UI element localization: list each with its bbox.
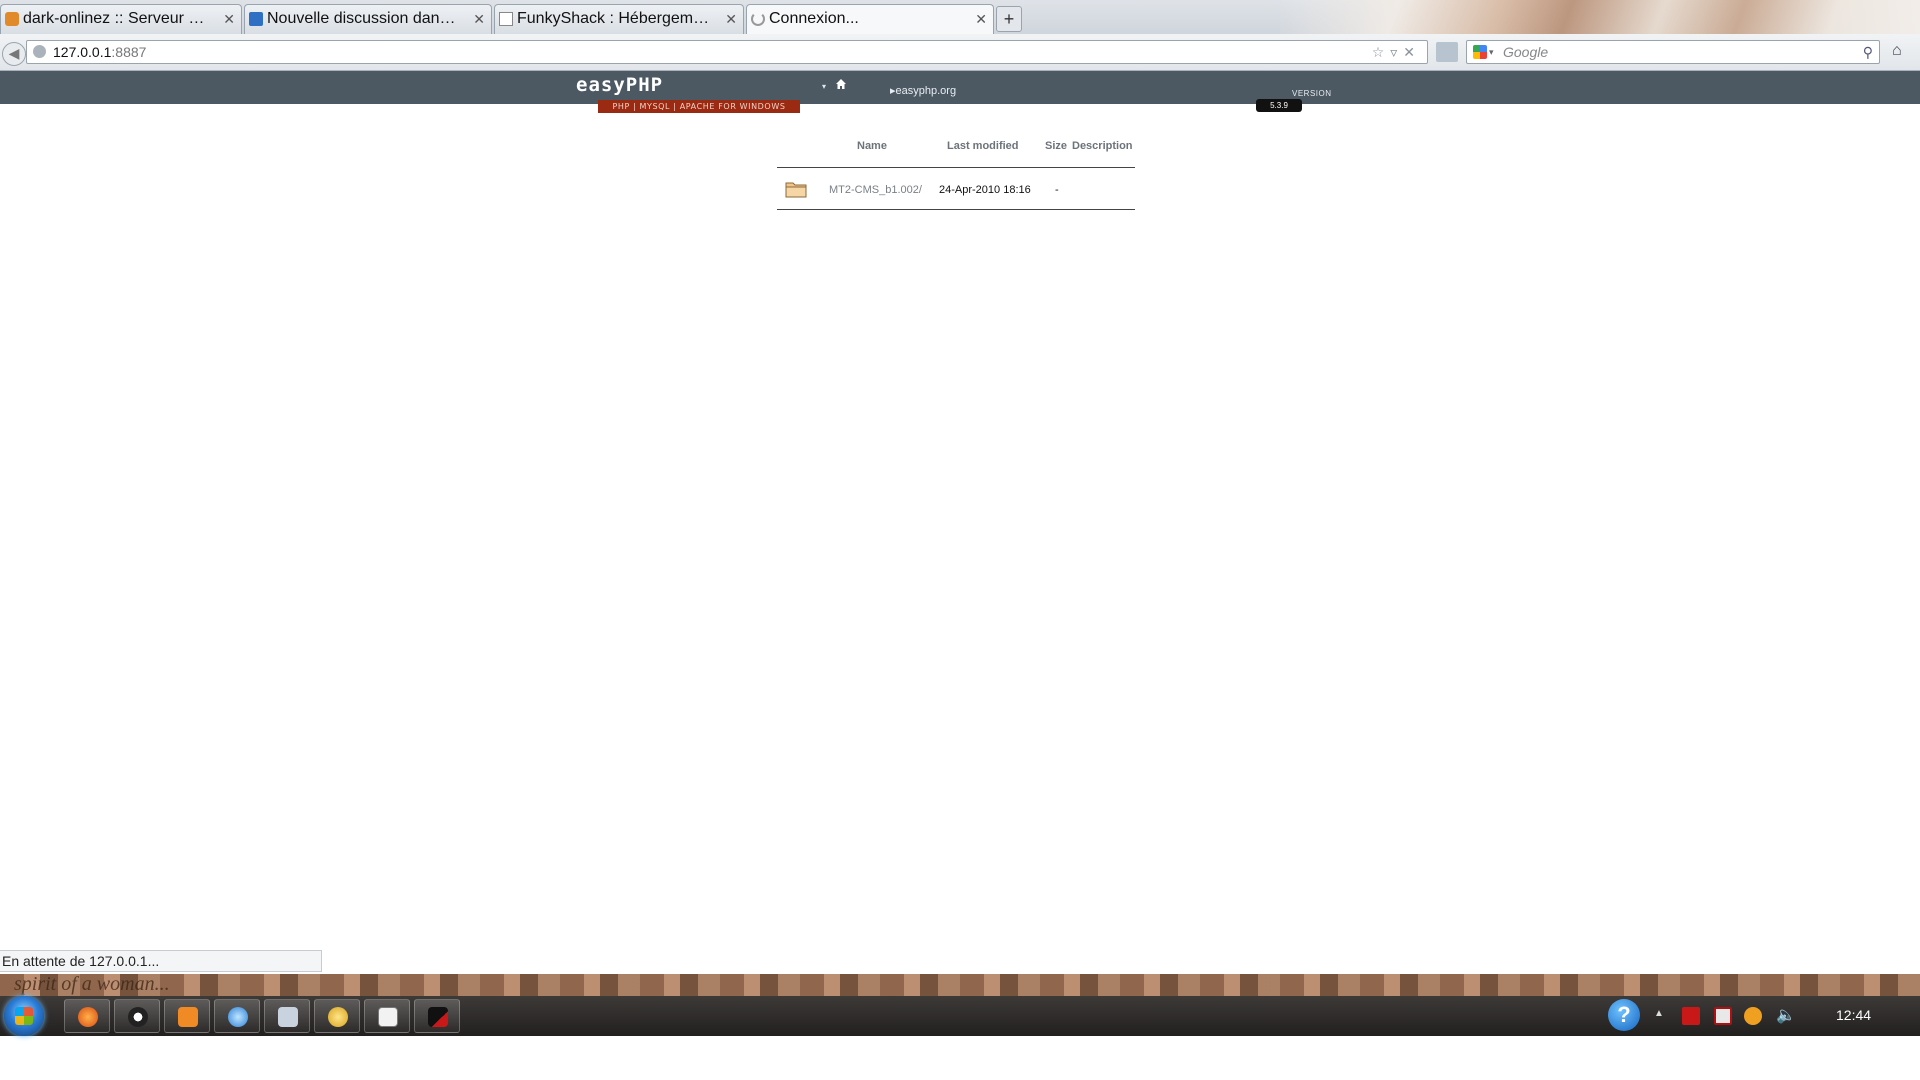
volume-icon[interactable]: 🔈 xyxy=(1776,1005,1796,1025)
table-row: MT2-CMS_b1.002/ 24-Apr-2010 18:16 - xyxy=(777,176,1135,212)
divider xyxy=(777,209,1135,210)
taskbar-media-player[interactable] xyxy=(114,999,160,1033)
start-button[interactable] xyxy=(4,996,44,1036)
show-hidden-icons-icon[interactable]: ▲ xyxy=(1654,1008,1664,1019)
search-placeholder: Google xyxy=(1503,44,1549,60)
help-icon[interactable]: ? xyxy=(1608,999,1640,1031)
folder-icon xyxy=(785,182,807,198)
firefox-icon xyxy=(78,1007,98,1027)
home-icon[interactable] xyxy=(836,79,846,89)
favicon-icon xyxy=(249,12,263,26)
mail-notifier-icon[interactable] xyxy=(1714,1007,1732,1025)
easyphp-tagline: PHP | MYSQL | APACHE FOR WINDOWS xyxy=(598,100,800,113)
directory-link[interactable]: MT2-CMS_b1.002/ xyxy=(829,184,922,196)
tab-connexion[interactable]: Connexion... ✕ xyxy=(746,4,994,34)
bookmarks-icon[interactable] xyxy=(1436,42,1458,62)
desktop-wallpaper xyxy=(0,974,1920,996)
column-header-name[interactable]: Name xyxy=(857,140,887,152)
search-icon[interactable]: ⚲ xyxy=(1863,41,1873,63)
last-modified-value: 24-Apr-2010 18:16 xyxy=(939,184,1031,196)
taskbar-firefox[interactable] xyxy=(64,999,110,1033)
size-value: - xyxy=(1055,184,1059,196)
easyphp-icon xyxy=(328,1007,348,1027)
easyphp-logo[interactable]: easyPHP xyxy=(576,74,663,96)
google-icon[interactable] xyxy=(1473,45,1487,59)
column-header-description[interactable]: Description xyxy=(1072,140,1133,152)
browser-tab-strip: dark-onlinez :: Serveur privé ... ✕ Nouv… xyxy=(0,0,1920,72)
chevron-down-icon[interactable]: ▾ xyxy=(822,82,826,91)
tab-funkyshack[interactable]: FunkyShack : Hébergement d'... ✕ xyxy=(494,4,744,34)
listing-header: Name Last modified Size Description xyxy=(777,138,1135,166)
taskbar-console[interactable] xyxy=(414,999,460,1033)
tab-label: Nouvelle discussion dans Aid... xyxy=(267,10,459,27)
wallpaper-text: spirit of a woman... xyxy=(14,973,170,995)
tab-nouvelle-discussion[interactable]: Nouvelle discussion dans Aid... ✕ xyxy=(244,4,492,34)
blank-page-icon xyxy=(499,12,513,26)
new-tab-button[interactable]: + xyxy=(996,6,1022,32)
search-input[interactable]: ▾ Google ⚲ xyxy=(1466,40,1880,64)
tab-label: dark-onlinez :: Serveur privé ... xyxy=(23,10,209,27)
taskbar-notepad[interactable] xyxy=(364,999,410,1033)
mail-icon xyxy=(178,1007,198,1027)
taskbar: ? ▲ 🔈 12:44 xyxy=(0,996,1920,1036)
loading-spinner-icon xyxy=(751,12,765,26)
url-host: 127.0.0.1 xyxy=(53,44,112,60)
close-icon[interactable]: ✕ xyxy=(975,5,987,33)
network-icon[interactable] xyxy=(1744,1007,1762,1025)
close-icon[interactable]: ✕ xyxy=(473,5,485,33)
column-header-last-modified[interactable]: Last modified xyxy=(947,140,1019,152)
navigation-toolbar: ◀ 127.0.0.1:8887 ☆▿✕ ▾ Google ⚲ ⌂ xyxy=(0,34,1920,71)
console-icon xyxy=(428,1007,448,1027)
favicon-icon xyxy=(5,12,19,26)
tray-app-icon[interactable] xyxy=(1682,1007,1700,1025)
tab-dark-onlinez[interactable]: dark-onlinez :: Serveur privé ... ✕ xyxy=(0,4,242,34)
version-label: VERSION xyxy=(1292,89,1332,98)
star-icon[interactable]: ☆▿✕ xyxy=(1372,41,1421,63)
globe-icon xyxy=(228,1007,248,1027)
tab-label: Connexion... xyxy=(769,10,859,27)
version-badge: 5.3.9 xyxy=(1256,99,1302,112)
back-arrow-icon[interactable]: ◀ xyxy=(2,42,26,66)
address-bar[interactable]: 127.0.0.1:8887 ☆▿✕ xyxy=(26,40,1428,64)
tab-label: FunkyShack : Hébergement d'... xyxy=(517,10,711,27)
computer-icon xyxy=(278,1007,298,1027)
url-port: :8887 xyxy=(111,44,147,60)
chevron-down-icon[interactable]: ▾ xyxy=(1489,41,1494,63)
media-player-icon xyxy=(128,1007,148,1027)
column-header-size[interactable]: Size xyxy=(1045,140,1067,152)
notepad-icon xyxy=(378,1007,398,1027)
site-identity-icon[interactable] xyxy=(33,45,46,58)
windows-logo-icon xyxy=(15,1007,33,1025)
easyphp-header: easyPHP PHP | MYSQL | APACHE FOR WINDOWS… xyxy=(0,71,1920,113)
easyphp-org-link[interactable]: ▸easyphp.org xyxy=(890,84,956,97)
taskbar-mail[interactable] xyxy=(164,999,210,1033)
home-icon[interactable]: ⌂ xyxy=(1892,42,1902,60)
close-icon[interactable]: ✕ xyxy=(223,5,235,33)
divider xyxy=(777,167,1135,168)
close-icon[interactable]: ✕ xyxy=(725,5,737,33)
link-label: easyphp.org xyxy=(895,85,957,97)
system-clock[interactable]: 12:44 xyxy=(1836,1007,1871,1023)
taskbar-explorer[interactable] xyxy=(264,999,310,1033)
directory-listing: Name Last modified Size Description MT2-… xyxy=(777,138,1135,210)
taskbar-easyphp[interactable] xyxy=(314,999,360,1033)
browser-status-bar: En attente de 127.0.0.1... xyxy=(0,950,322,972)
taskbar-network-app[interactable] xyxy=(214,999,260,1033)
